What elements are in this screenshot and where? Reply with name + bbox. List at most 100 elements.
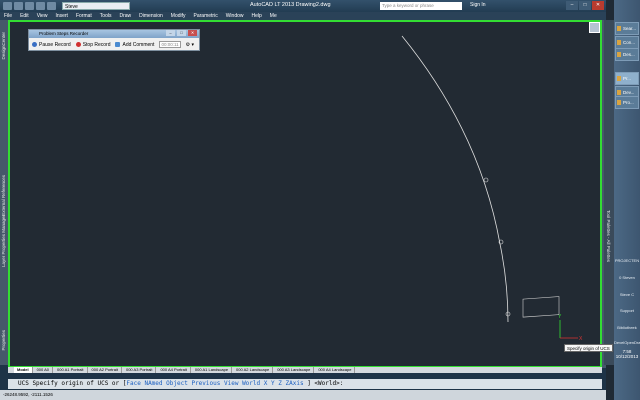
desktop-shortcut-label[interactable]: 0 Steven — [614, 275, 640, 280]
command-option[interactable]: ZAxis — [286, 380, 304, 387]
palette-layer-properties[interactable]: Layer Properties Manager — [1, 215, 6, 267]
minimize-button[interactable]: – — [566, 1, 578, 10]
system-clock[interactable]: 7:58 10/12/2013 — [614, 349, 640, 359]
sign-in-button[interactable]: Sign In — [470, 2, 486, 8]
add-comment-button[interactable]: Add Comment — [115, 42, 154, 48]
taskbar-item[interactable]: Pro... — [615, 96, 639, 109]
new-icon[interactable] — [14, 2, 23, 10]
menu-bar: File Edit View Insert Format Tools Draw Dimensi… — [0, 12, 606, 20]
taskbar-item[interactable]: Des... — [615, 48, 639, 61]
open-icon[interactable] — [25, 2, 34, 10]
problem-steps-recorder: Problem Steps Recorder – □ ✕ Pause Recor… — [28, 29, 200, 51]
layout-tab[interactable]: 000 A3 Landscape — [274, 367, 315, 373]
pause-record-label: Pause Record — [39, 41, 71, 48]
help-dropdown-icon[interactable]: ⚙ ▾ — [186, 42, 194, 48]
layout-tab[interactable]: 000 A1 Portrait — [54, 367, 88, 373]
desktop-shortcut-label[interactable]: Support — [614, 308, 640, 313]
ucs-origin-box — [522, 296, 560, 318]
palette-properties[interactable]: Properties — [1, 330, 6, 351]
layout-tab[interactable]: 000 A2 Landscape — [233, 367, 274, 373]
left-palettes: DesignCenter External References Layer P… — [0, 20, 8, 365]
quick-access-toolbar — [3, 2, 56, 10]
menu-item-view[interactable]: View — [37, 13, 48, 19]
search-input[interactable]: Type a keyword or phrase — [380, 2, 462, 10]
desktop-shortcut-label[interactable]: DevelOpenDraw — [614, 340, 640, 345]
app-menu-icon[interactable] — [3, 2, 12, 10]
menu-item-help[interactable]: Help — [252, 13, 262, 19]
taskbar-item[interactable]: Pr... — [615, 72, 639, 85]
layout-tab[interactable]: 000 A4 Portrait — [157, 367, 191, 373]
psr-close-button[interactable]: ✕ — [188, 30, 197, 36]
palette-external-references[interactable]: External References — [1, 175, 6, 216]
pause-icon — [32, 42, 37, 47]
command-option[interactable]: NAmed — [144, 380, 162, 387]
menu-item-parametric[interactable]: Parametric — [194, 13, 218, 19]
psr-minimize-button[interactable]: – — [166, 30, 175, 36]
stop-icon — [75, 42, 81, 47]
layout-tab[interactable]: 000 A0 — [34, 367, 54, 373]
command-option[interactable]: Object — [166, 380, 188, 387]
add-comment-label: Add Comment — [122, 41, 155, 48]
psr-title: Problem Steps Recorder — [39, 31, 89, 36]
grip-point — [483, 177, 489, 183]
autocad-window: Steve AutoCAD LT 2013 Drawing2.dwg Type … — [0, 0, 614, 400]
drawing-viewport[interactable]: Y X — [8, 20, 602, 368]
menu-item-edit[interactable]: Edit — [20, 13, 29, 19]
layout-tab[interactable]: 000 A4 Landscape — [315, 367, 356, 373]
status-coordinates: -26248.9592, -2111.1526 — [3, 392, 53, 397]
desktop-shortcut-label[interactable]: Bibliotheek — [614, 325, 640, 330]
restore-button[interactable]: □ — [579, 1, 591, 10]
menu-item-tools[interactable]: Tools — [100, 13, 112, 19]
command-option[interactable]: View — [224, 380, 238, 387]
window-title: AutoCAD LT 2013 Drawing2.dwg — [250, 2, 331, 8]
psr-maximize-button[interactable]: □ — [177, 30, 186, 36]
layout-tab[interactable]: 000 A1 Landscape — [192, 367, 233, 373]
command-line[interactable]: UCS Specify origin of UCS or [Face NAmed… — [8, 379, 602, 389]
menu-item-insert[interactable]: Insert — [55, 13, 68, 19]
svg-text:X: X — [579, 336, 583, 342]
command-option[interactable]: Face — [126, 380, 140, 387]
menu-item-format[interactable]: Format — [76, 13, 92, 19]
save-icon[interactable] — [36, 2, 45, 10]
palette-designcenter[interactable]: DesignCenter — [1, 32, 6, 60]
tool-palettes-strip[interactable]: Tool Palettes - All Palettes — [604, 20, 614, 365]
workspace-select[interactable]: Steve — [62, 2, 130, 10]
command-option[interactable]: Z — [278, 380, 282, 387]
menu-item-window[interactable]: Window — [226, 13, 244, 19]
menu-item-me[interactable]: Me — [270, 13, 277, 19]
tool-palettes-label[interactable]: Tool Palettes - All Palettes — [606, 210, 611, 262]
layout-tab[interactable]: 000 A2 Portrait — [89, 367, 122, 373]
pause-record-button[interactable]: Pause Record — [32, 42, 71, 48]
command-option[interactable]: Previous — [191, 380, 220, 387]
stop-record-label: Stop Record — [82, 41, 111, 48]
psr-toolbar: Pause Record Stop Record Add Comment 00:… — [29, 38, 199, 51]
layout-tab[interactable]: Model — [14, 367, 33, 373]
layout-tabs: Model 000 A0 000 A1 Portrait 000 A2 Portrai… — [8, 367, 602, 373]
taskbar-item[interactable]: Sear... — [615, 22, 639, 35]
command-option[interactable]: X — [264, 380, 268, 387]
layout-tab[interactable]: 000 A3 Portrait — [123, 367, 157, 373]
command-option[interactable]: Y — [271, 380, 275, 387]
command-prompt: UCS Specify origin of UCS or [ — [18, 380, 127, 387]
status-bar: -26248.9592, -2111.1526 — [0, 390, 606, 400]
stop-record-button[interactable]: Stop Record — [75, 41, 111, 48]
psr-titlebar: Problem Steps Recorder – □ ✕ — [29, 30, 199, 38]
psr-timer: 00:00:11 — [159, 41, 181, 48]
ucs-icon: Y X — [558, 314, 583, 342]
drawing-canvas[interactable]: Y X — [10, 22, 600, 366]
undo-icon[interactable] — [47, 2, 56, 10]
desktop-shortcut-label[interactable]: PROJECTEN — [614, 258, 640, 263]
menu-item-draw[interactable]: Draw — [119, 13, 131, 19]
menu-item-file[interactable]: File — [4, 13, 12, 19]
menu-item-dimension[interactable]: Dimension — [139, 13, 163, 19]
close-button[interactable]: ✕ — [592, 1, 604, 10]
menu-item-modify[interactable]: Modify — [171, 13, 186, 19]
ucs-tooltip: Specify origin of UCS — [564, 344, 613, 352]
command-default: ] <World>: — [307, 380, 344, 387]
desktop-shortcut-label[interactable]: Steve C — [614, 292, 640, 297]
command-option[interactable]: World — [242, 380, 260, 387]
window-controls: – □ ✕ — [566, 1, 604, 10]
viewcube-icon[interactable] — [589, 22, 600, 33]
arc-curve — [401, 35, 509, 323]
title-bar: Steve AutoCAD LT 2013 Drawing2.dwg Type … — [0, 0, 606, 12]
